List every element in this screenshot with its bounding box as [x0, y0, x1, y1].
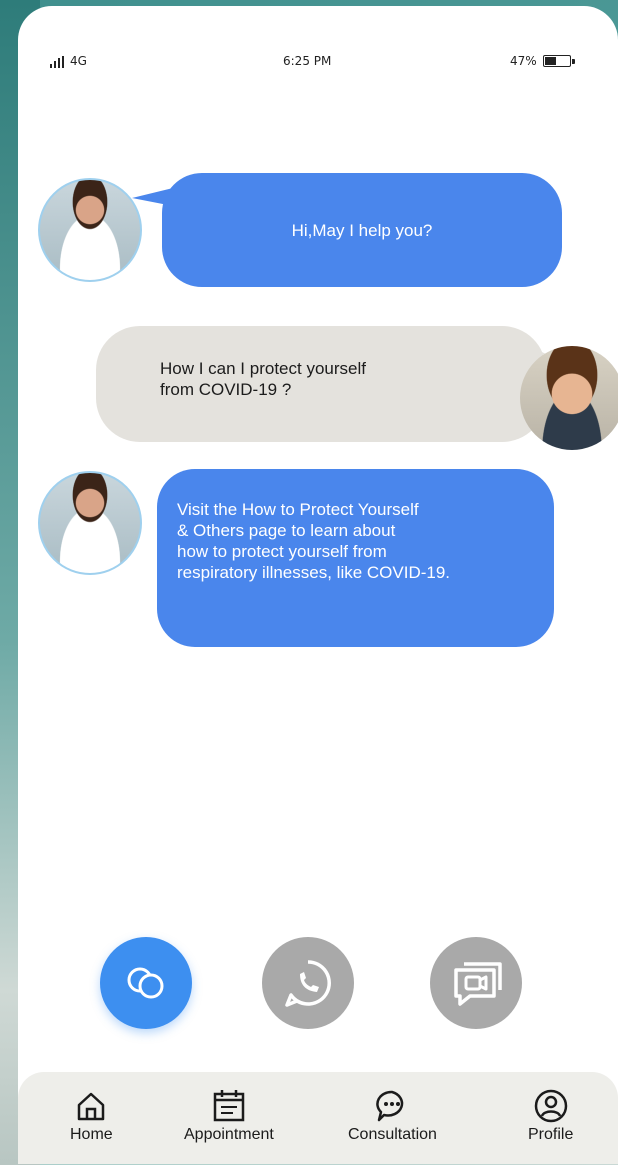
- signal-bars-icon: [50, 56, 64, 68]
- network-type: 4G: [70, 54, 87, 68]
- doctor-avatar: [38, 178, 142, 282]
- doctor-avatar: [38, 471, 142, 575]
- status-bar: 4G 6:25 PM 47%: [18, 54, 618, 78]
- chat-mode-button[interactable]: [100, 937, 192, 1029]
- assistant-message: Visit the How to Protect Yourself & Othe…: [157, 469, 554, 647]
- tab-consultation[interactable]: Consultation: [348, 1088, 437, 1144]
- user-icon: [534, 1089, 567, 1123]
- tab-label: Profile: [528, 1126, 574, 1143]
- video-call-icon: [454, 962, 502, 1006]
- tab-label: Appointment: [184, 1126, 274, 1143]
- signal-indicator: 4G: [50, 54, 87, 68]
- message-line: respiratory illnesses, like COVID-19.: [177, 563, 451, 582]
- message-line: & Others page to learn about: [177, 521, 396, 540]
- home-icon: [78, 1092, 105, 1121]
- battery-fill: [544, 57, 556, 65]
- tab-home[interactable]: Home: [70, 1088, 113, 1144]
- tab-label: Consultation: [348, 1126, 437, 1143]
- battery-indicator: 47%: [510, 54, 575, 68]
- phone-call-icon: [285, 960, 331, 1007]
- video-call-button[interactable]: [430, 937, 522, 1029]
- chat-icon: [376, 1090, 404, 1122]
- battery-icon: [542, 55, 571, 67]
- calendar-icon: [213, 1090, 245, 1122]
- message-text: Hi,May I help you?: [291, 220, 433, 240]
- user-message: How I can I protect yourself from COVID-…: [96, 326, 546, 442]
- tab-label: Home: [70, 1126, 113, 1143]
- chat-bubbles-icon: [127, 967, 164, 999]
- battery-percent: 47%: [510, 54, 537, 68]
- assistant-message: Hi,May I help you?: [162, 173, 562, 287]
- status-time: 6:25 PM: [283, 54, 332, 68]
- message-line: how to protect yourself from: [177, 542, 387, 561]
- tab-profile[interactable]: Profile: [528, 1088, 573, 1144]
- phone-call-button[interactable]: [262, 937, 354, 1029]
- user-avatar: [520, 346, 618, 450]
- tab-appointment[interactable]: Appointment: [184, 1088, 274, 1144]
- message-line: from COVID-19 ?: [160, 380, 292, 399]
- message-line: Visit the How to Protect Yourself: [177, 500, 419, 519]
- bottom-tab-bar: Home Appointment Consultation Profile: [18, 1072, 618, 1164]
- phone-screen: 4G 6:25 PM 47% Hi,May I help you? How I …: [18, 6, 618, 1164]
- battery-tip: [571, 58, 575, 64]
